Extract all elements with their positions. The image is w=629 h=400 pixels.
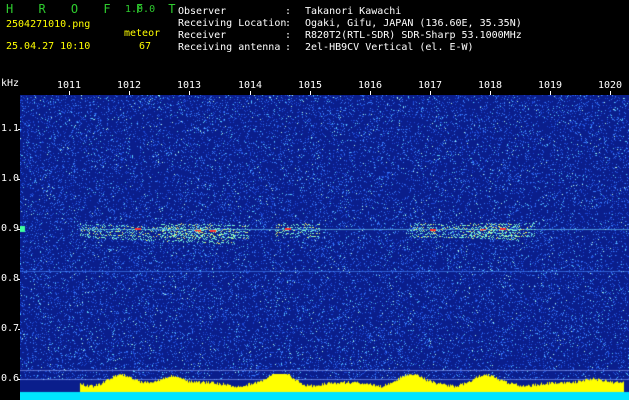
y-tick-label: 1.1 xyxy=(1,123,20,134)
x-tick-label: 1012 xyxy=(116,80,142,91)
app-version: 1.0.0 xyxy=(125,4,156,15)
datetime: 25.04.27 10:10 xyxy=(6,41,91,52)
x-tick-label: 1017 xyxy=(417,80,443,91)
meteor-count: 67 xyxy=(139,41,152,52)
category-label: meteor xyxy=(124,28,161,39)
y-tick-label: 0.8 xyxy=(1,273,20,284)
y-tick-label: 1.0 xyxy=(1,173,20,184)
colon: : xyxy=(285,30,292,41)
file-name: 2504271010.png xyxy=(6,19,91,30)
observer-key: Observer xyxy=(178,6,227,17)
x-tick-label: 1019 xyxy=(537,80,563,91)
y-tick-label: 0.9 xyxy=(1,223,20,234)
colon: : xyxy=(285,42,292,53)
x-tick-label: 1020 xyxy=(597,80,623,91)
x-tick-label: 1018 xyxy=(477,80,503,91)
x-tick-label: 1011 xyxy=(56,80,82,91)
header-panel: H R O F F T 1.0.0 2504271010.png meteor … xyxy=(0,0,629,80)
colon: : xyxy=(285,6,292,17)
observer-value: Takanori Kawachi xyxy=(305,6,402,17)
y-tick-label: 0.6 xyxy=(1,373,20,384)
x-tick-label: 1013 xyxy=(176,80,202,91)
receiver-key: Receiver xyxy=(178,30,227,41)
y-tick-label: 0.7 xyxy=(1,323,20,334)
spectrogram xyxy=(20,95,629,400)
y-axis-unit: kHz xyxy=(1,78,20,89)
antenna-value: 2el-HB9CV Vertical (el. E-W) xyxy=(305,42,474,53)
location-key: Receiving Location xyxy=(178,18,287,29)
app-name: H R O F F T xyxy=(6,2,185,16)
x-tick-label: 1016 xyxy=(357,80,383,91)
colon: : xyxy=(285,18,292,29)
x-tick-label: 1015 xyxy=(297,80,323,91)
receiver-value: R820T2(RTL-SDR) SDR-Sharp 53.1000MHz xyxy=(305,30,522,41)
x-tick-label: 1014 xyxy=(237,80,263,91)
location-value: Ogaki, Gifu, JAPAN (136.60E, 35.35N) xyxy=(305,18,522,29)
antenna-key: Receiving antenna xyxy=(178,42,281,53)
